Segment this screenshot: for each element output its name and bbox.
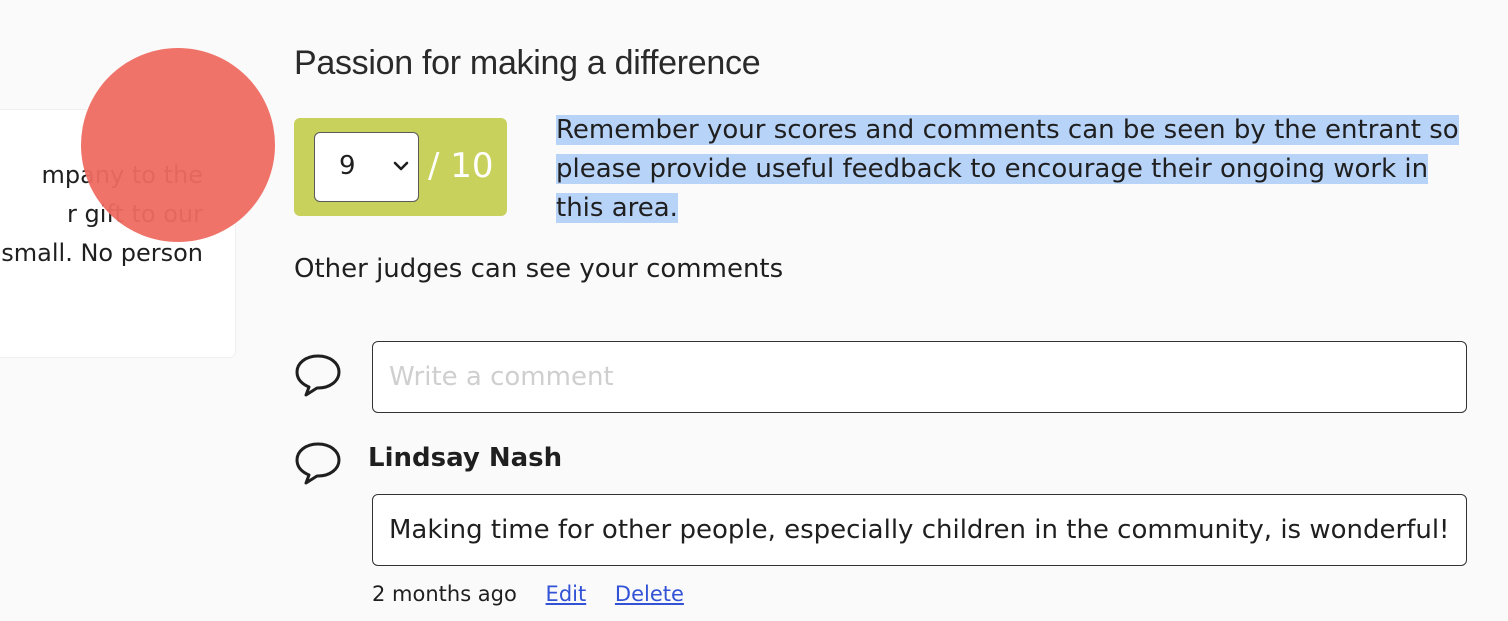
- new-comment-input[interactable]: [372, 341, 1467, 413]
- delete-comment-link[interactable]: Delete: [615, 582, 684, 606]
- comment-timestamp: 2 months ago: [372, 582, 517, 606]
- edit-comment-link[interactable]: Edit: [546, 582, 587, 606]
- score-select[interactable]: 9: [314, 132, 419, 202]
- score-panel: 9 / 10: [294, 118, 507, 216]
- feedback-reminder: Remember your scores and comments can be…: [556, 111, 1466, 228]
- cursor-indicator: [81, 48, 275, 242]
- speech-bubble-icon: [295, 442, 341, 485]
- comment-author: Lindsay Nash: [368, 443, 563, 473]
- comment-body: Making time for other people, especially…: [372, 494, 1467, 566]
- feedback-reminder-text: Remember your scores and comments can be…: [556, 115, 1459, 223]
- judges-visibility-note: Other judges can see your comments: [294, 254, 784, 284]
- chevron-down-icon: [393, 161, 409, 171]
- comment-meta: 2 months ago Edit Delete: [372, 582, 684, 606]
- criterion-title: Passion for making a difference: [294, 44, 761, 82]
- speech-bubble-icon: [295, 354, 341, 397]
- score-max-label: / 10: [428, 146, 494, 186]
- entry-description-line-3: small. No person: [1, 239, 203, 267]
- score-select-value: 9: [339, 151, 356, 181]
- judging-page: mpany to the r gift to our small. No per…: [0, 0, 1508, 621]
